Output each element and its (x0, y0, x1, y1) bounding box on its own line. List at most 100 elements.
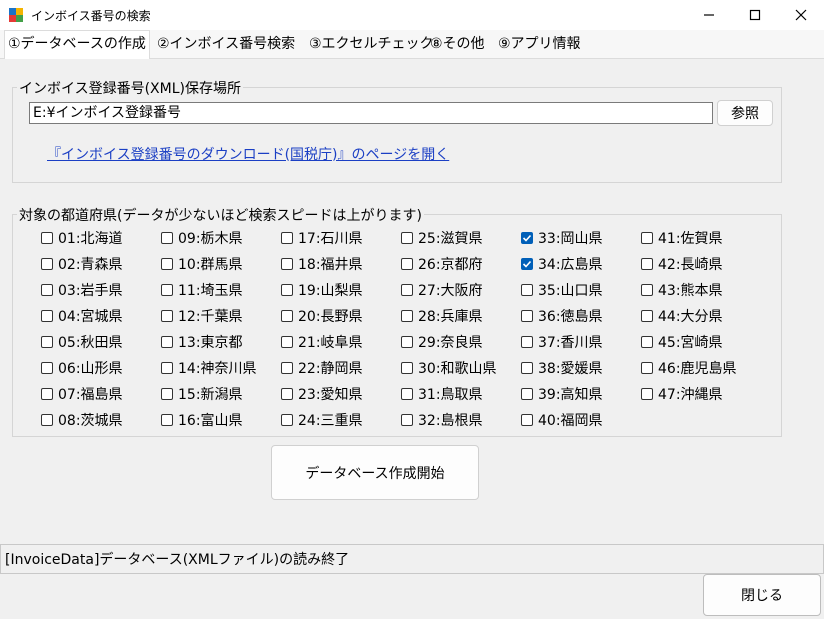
checkbox-box[interactable] (281, 284, 293, 296)
tab-create-database[interactable]: ①データベースの作成 (4, 30, 150, 59)
prefecture-checkbox[interactable]: 08:茨城県 (41, 411, 123, 429)
prefecture-checkbox[interactable]: 09:栃木県 (161, 229, 243, 247)
checkbox-box[interactable] (521, 336, 533, 348)
minimize-button[interactable] (686, 0, 732, 30)
prefecture-checkbox[interactable]: 43:熊本県 (641, 281, 723, 299)
create-database-button[interactable]: データベース作成開始 (271, 445, 479, 500)
prefecture-checkbox[interactable]: 04:宮城県 (41, 307, 123, 325)
checkbox-box[interactable] (161, 336, 173, 348)
checkbox-box[interactable] (281, 362, 293, 374)
prefecture-checkbox[interactable]: 40:福岡県 (521, 411, 603, 429)
prefecture-checkbox[interactable]: 38:愛媛県 (521, 359, 603, 377)
checkbox-box[interactable] (641, 388, 653, 400)
prefecture-checkbox[interactable]: 26:京都府 (401, 255, 483, 273)
checkbox-box[interactable] (41, 258, 53, 270)
checkbox-box[interactable] (161, 388, 173, 400)
checkbox-box[interactable] (41, 414, 53, 426)
prefecture-checkbox[interactable]: 45:宮崎県 (641, 333, 723, 351)
prefecture-checkbox[interactable]: 07:福島県 (41, 385, 123, 403)
checkbox-box[interactable] (161, 414, 173, 426)
prefecture-checkbox[interactable]: 05:秋田県 (41, 333, 123, 351)
checkbox-box[interactable] (521, 232, 533, 244)
prefecture-checkbox[interactable]: 17:石川県 (281, 229, 363, 247)
checkbox-box[interactable] (641, 310, 653, 322)
prefecture-checkbox[interactable]: 34:広島県 (521, 255, 603, 273)
prefecture-checkbox[interactable]: 02:青森県 (41, 255, 123, 273)
path-input[interactable] (29, 102, 713, 124)
prefecture-checkbox[interactable]: 37:香川県 (521, 333, 603, 351)
checkbox-box[interactable] (641, 284, 653, 296)
prefecture-checkbox[interactable]: 30:和歌山県 (401, 359, 497, 377)
tab-excel-check[interactable]: ③エクセルチェック (306, 32, 437, 56)
prefecture-checkbox[interactable]: 01:北海道 (41, 229, 123, 247)
prefecture-checkbox[interactable]: 47:沖縄県 (641, 385, 723, 403)
prefecture-checkbox[interactable]: 06:山形県 (41, 359, 123, 377)
checkbox-box[interactable] (41, 388, 53, 400)
prefecture-checkbox[interactable]: 16:富山県 (161, 411, 243, 429)
checkbox-box[interactable] (521, 310, 533, 322)
tab-app-info[interactable]: ⑨アプリ情報 (495, 32, 584, 56)
checkbox-box[interactable] (161, 362, 173, 374)
close-window-button[interactable] (778, 0, 824, 30)
prefecture-checkbox[interactable]: 42:長崎県 (641, 255, 723, 273)
checkbox-box[interactable] (161, 258, 173, 270)
checkbox-box[interactable] (521, 388, 533, 400)
checkbox-box[interactable] (401, 232, 413, 244)
checkbox-box[interactable] (161, 284, 173, 296)
prefecture-checkbox[interactable]: 32:島根県 (401, 411, 483, 429)
checkbox-box[interactable] (41, 336, 53, 348)
prefecture-checkbox[interactable]: 39:高知県 (521, 385, 603, 403)
prefecture-checkbox[interactable]: 11:埼玉県 (161, 281, 243, 299)
prefecture-checkbox[interactable]: 03:岩手県 (41, 281, 123, 299)
prefecture-checkbox[interactable]: 41:佐賀県 (641, 229, 723, 247)
checkbox-box[interactable] (401, 388, 413, 400)
prefecture-checkbox[interactable]: 13:東京都 (161, 333, 243, 351)
checkbox-box[interactable] (641, 232, 653, 244)
checkbox-box[interactable] (401, 336, 413, 348)
prefecture-checkbox[interactable]: 44:大分県 (641, 307, 723, 325)
checkbox-box[interactable] (281, 414, 293, 426)
prefecture-checkbox[interactable]: 21:岐阜県 (281, 333, 363, 351)
checkbox-box[interactable] (41, 284, 53, 296)
prefecture-checkbox[interactable]: 27:大阪府 (401, 281, 483, 299)
checkbox-box[interactable] (641, 336, 653, 348)
prefecture-checkbox[interactable]: 25:滋賀県 (401, 229, 483, 247)
checkbox-box[interactable] (401, 414, 413, 426)
prefecture-checkbox[interactable]: 46:鹿児島県 (641, 359, 737, 377)
prefecture-checkbox[interactable]: 31:鳥取県 (401, 385, 483, 403)
checkbox-box[interactable] (281, 232, 293, 244)
checkbox-box[interactable] (41, 310, 53, 322)
checkbox-box[interactable] (281, 258, 293, 270)
checkbox-box[interactable] (41, 362, 53, 374)
checkbox-box[interactable] (281, 336, 293, 348)
checkbox-box[interactable] (401, 310, 413, 322)
checkbox-box[interactable] (401, 284, 413, 296)
prefecture-checkbox[interactable]: 18:福井県 (281, 255, 363, 273)
prefecture-checkbox[interactable]: 33:岡山県 (521, 229, 603, 247)
prefecture-checkbox[interactable]: 24:三重県 (281, 411, 363, 429)
browse-button[interactable]: 参照 (717, 100, 773, 126)
prefecture-checkbox[interactable]: 22:静岡県 (281, 359, 363, 377)
prefecture-checkbox[interactable]: 12:千葉県 (161, 307, 243, 325)
download-page-link[interactable]: 『インボイス登録番号のダウンロード(国税庁)』のページを開く (47, 144, 449, 164)
prefecture-checkbox[interactable]: 14:神奈川県 (161, 359, 257, 377)
prefecture-checkbox[interactable]: 23:愛知県 (281, 385, 363, 403)
tab-invoice-search[interactable]: ②インボイス番号検索 (154, 32, 298, 56)
maximize-button[interactable] (732, 0, 778, 30)
checkbox-box[interactable] (641, 258, 653, 270)
checkbox-box[interactable] (641, 362, 653, 374)
checkbox-box[interactable] (161, 310, 173, 322)
prefecture-checkbox[interactable]: 19:山梨県 (281, 281, 363, 299)
close-button[interactable]: 閉じる (703, 574, 821, 616)
checkbox-box[interactable] (281, 310, 293, 322)
prefecture-checkbox[interactable]: 29:奈良県 (401, 333, 483, 351)
checkbox-box[interactable] (521, 362, 533, 374)
tab-other[interactable]: ⑧その他 (427, 32, 488, 56)
prefecture-checkbox[interactable]: 20:長野県 (281, 307, 363, 325)
checkbox-box[interactable] (41, 232, 53, 244)
checkbox-box[interactable] (401, 258, 413, 270)
checkbox-box[interactable] (521, 284, 533, 296)
checkbox-box[interactable] (401, 362, 413, 374)
prefecture-checkbox[interactable]: 36:徳島県 (521, 307, 603, 325)
prefecture-checkbox[interactable]: 10:群馬県 (161, 255, 243, 273)
